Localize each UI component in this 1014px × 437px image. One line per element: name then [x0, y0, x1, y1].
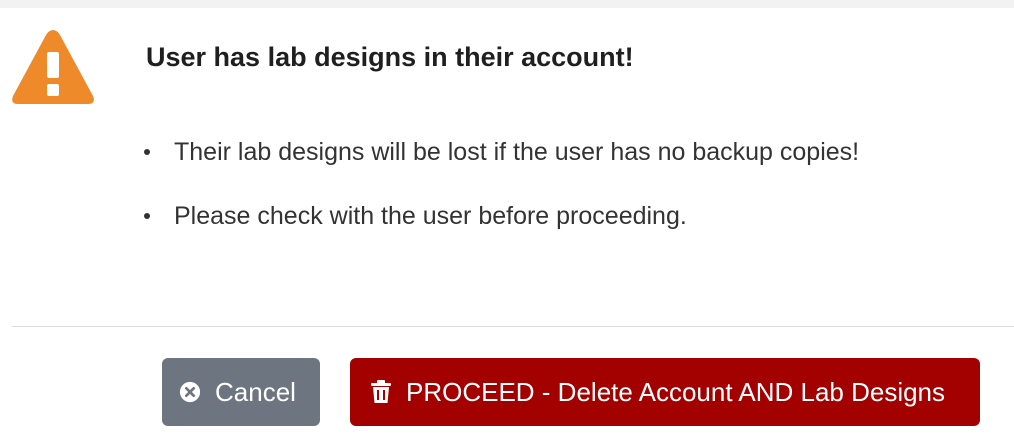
close-circle-icon	[179, 381, 201, 403]
dialog-top-edge	[0, 0, 1014, 8]
proceed-button-label: PROCEED - Delete Account AND Lab Designs	[406, 376, 946, 407]
dialog-title: User has lab designs in their account!	[146, 42, 634, 72]
warning-list-item: Please check with the user before procee…	[142, 194, 859, 258]
cancel-button[interactable]: Cancel	[162, 358, 320, 426]
warning-list: Their lab designs will be lost if the us…	[142, 130, 859, 258]
delete-user-dialog: User has lab designs in their account! T…	[0, 0, 1014, 437]
warning-list-item: Their lab designs will be lost if the us…	[142, 130, 859, 194]
footer-divider	[12, 326, 1014, 327]
proceed-delete-button[interactable]: PROCEED - Delete Account AND Lab Designs	[350, 358, 980, 426]
trash-icon	[371, 380, 391, 403]
cancel-button-label: Cancel	[215, 376, 296, 407]
warning-triangle-icon	[12, 30, 94, 104]
